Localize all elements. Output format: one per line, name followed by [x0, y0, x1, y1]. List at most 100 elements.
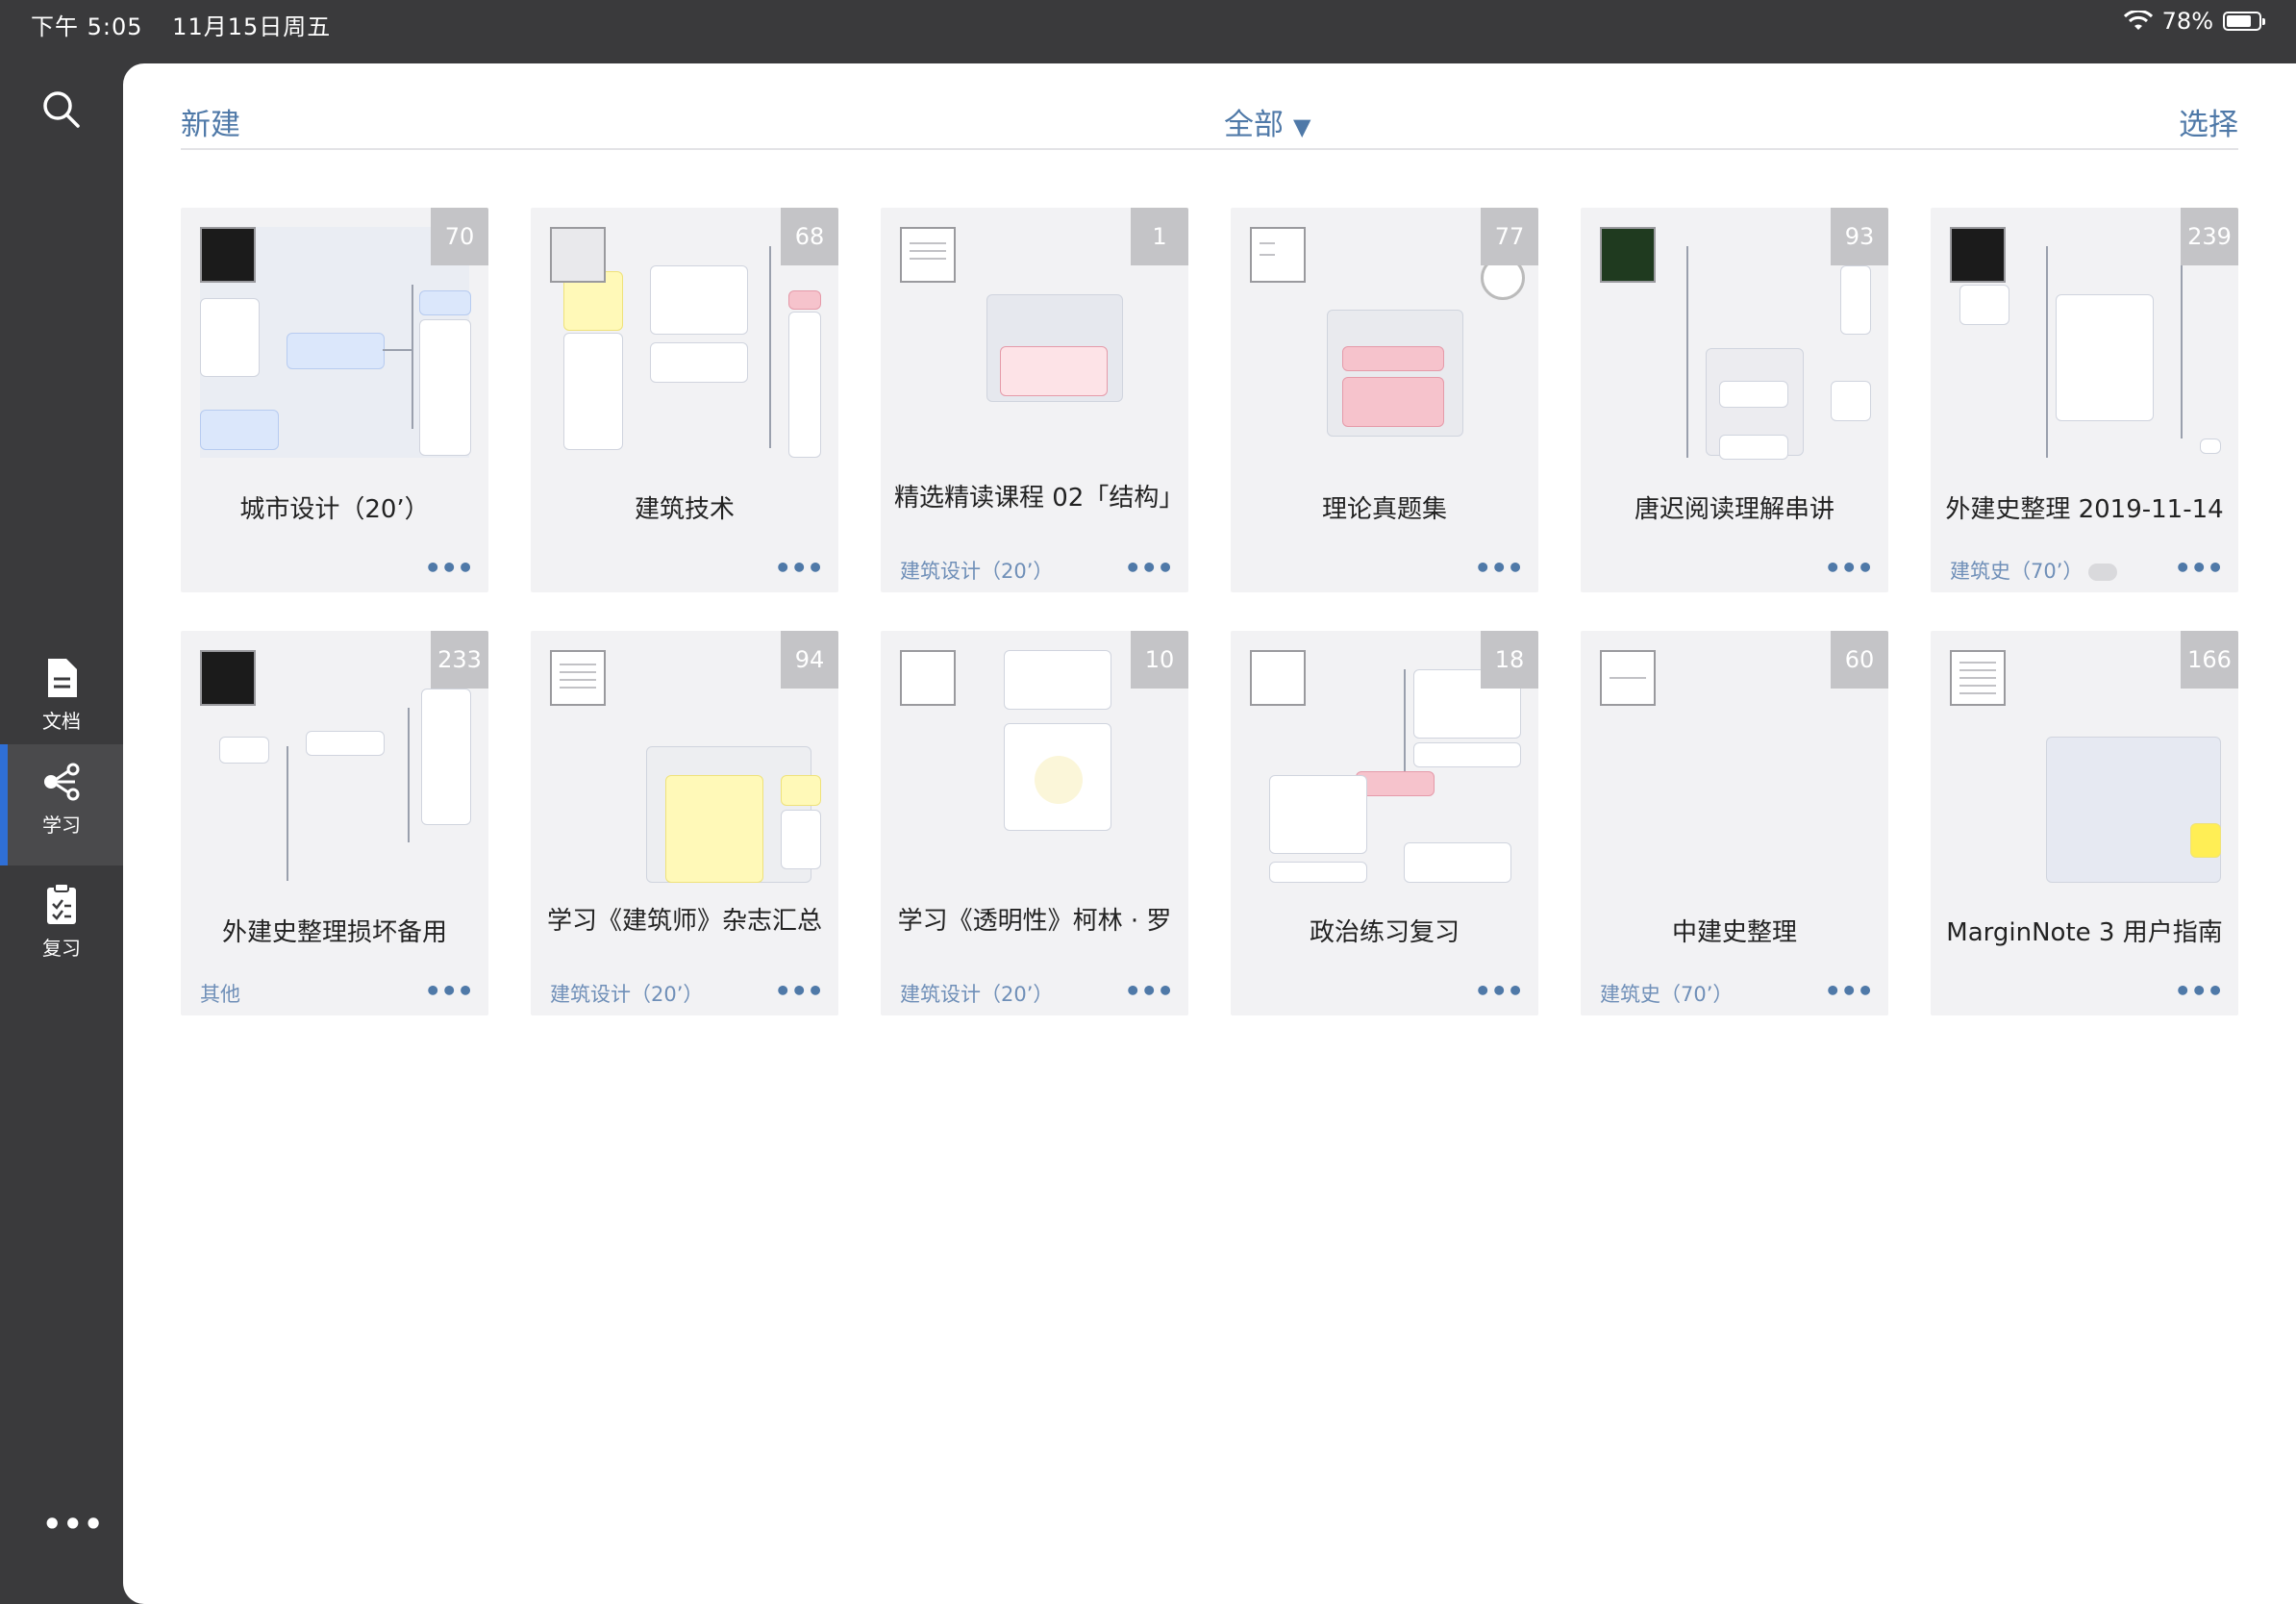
mindmap-thumbnail: [200, 227, 471, 458]
card-tag-label[interactable]: 建筑史（70’）: [1950, 560, 2083, 583]
mindmap-thumbnail: [900, 650, 1169, 881]
notebook-card[interactable]: 166 MarginNote 3 用户指南 •••: [1931, 631, 2238, 1015]
card-more-button[interactable]: •••: [1124, 975, 1174, 1007]
card-count-badge: 166: [2181, 631, 2238, 689]
card-more-button[interactable]: •••: [1474, 552, 1524, 584]
document-thumbnail: [1250, 227, 1306, 283]
card-count-badge: 233: [431, 631, 488, 689]
sidebar-item-label: 文档: [42, 710, 81, 733]
document-thumbnail: [900, 650, 956, 706]
mindmap-thumbnail: [1950, 650, 2221, 883]
document-thumbnail: [1250, 650, 1306, 706]
card-more-button[interactable]: •••: [1824, 552, 1874, 584]
card-title: 建筑技术: [634, 495, 735, 524]
card-title: 政治练习复习: [1309, 918, 1460, 947]
sidebar: 文档 学习 复习 •••: [0, 63, 123, 1604]
document-icon: [48, 659, 77, 697]
card-count-badge: 60: [1831, 631, 1888, 689]
document-thumbnail: [1950, 227, 2006, 283]
document-thumbnail: [550, 227, 606, 283]
card-count-badge: 1: [1131, 208, 1188, 265]
card-tag[interactable]: 建筑设计（20’）: [900, 556, 1053, 585]
card-more-button[interactable]: •••: [2174, 975, 2224, 1007]
more-icon[interactable]: •••: [42, 1506, 104, 1542]
card-title: 唐迟阅读理解串讲: [1634, 495, 1834, 524]
card-more-button[interactable]: •••: [774, 975, 824, 1007]
card-tag[interactable]: 建筑史（70’）: [1600, 979, 1733, 1008]
card-count-badge: 10: [1131, 631, 1188, 689]
card-title: 精选精读课程 02「结构」: [894, 484, 1185, 513]
battery-icon: [2223, 12, 2265, 31]
card-title: 中建史整理: [1671, 918, 1797, 947]
dropdown-arrow-icon: ▼: [1293, 113, 1311, 140]
notebook-card[interactable]: 93 唐迟阅读理解串讲 •••: [1581, 208, 1888, 592]
filter-dropdown[interactable]: 全部 ▼: [1224, 100, 1310, 143]
mindmap-thumbnail: [1600, 227, 1871, 460]
notebook-card[interactable]: 18 政治练习复习 •••: [1231, 631, 1538, 1015]
mindmap-thumbnail: [900, 227, 1169, 458]
card-tag[interactable]: 其他: [200, 979, 240, 1008]
notebook-card[interactable]: 239 外建史整理 2019-11-14 建筑史（70’） •••: [1931, 208, 2238, 592]
document-thumbnail: [550, 650, 606, 706]
mindmap-thumbnail: [550, 650, 821, 883]
card-title: 学习《透明性》柯林 · 罗: [897, 907, 1172, 936]
mindmap-thumbnail: [200, 650, 471, 881]
battery-percent: 78%: [2161, 8, 2213, 35]
document-thumbnail: [900, 227, 956, 283]
notebook-card[interactable]: 77 理论真题集 •••: [1231, 208, 1538, 592]
sidebar-item-label: 复习: [42, 937, 81, 960]
notebook-card[interactable]: 1 精选精读课程 02「结构」 建筑设计（20’） •••: [881, 208, 1188, 592]
card-count-badge: 18: [1481, 631, 1538, 689]
notebook-card[interactable]: 70 城市设计（20’） •••: [181, 208, 488, 592]
card-title: 城市设计（20’）: [239, 495, 430, 524]
card-count-badge: 239: [2181, 208, 2238, 265]
document-thumbnail: [200, 650, 256, 706]
card-more-button[interactable]: •••: [424, 975, 474, 1007]
wifi-icon: [2123, 11, 2153, 30]
card-title: 外建史整理损坏备用: [221, 918, 447, 947]
card-count-badge: 93: [1831, 208, 1888, 265]
toolbar: 新建 全部 ▼ 选择: [181, 90, 2238, 150]
sidebar-item-label: 学习: [42, 814, 81, 837]
card-more-button[interactable]: •••: [1824, 975, 1874, 1007]
mindmap-thumbnail: [1600, 650, 1869, 881]
card-more-button[interactable]: •••: [1474, 975, 1524, 1007]
card-title: MarginNote 3 用户指南: [1946, 918, 2223, 947]
mindmap-thumbnail: [1250, 227, 1525, 458]
card-more-button[interactable]: •••: [1124, 552, 1174, 584]
select-button[interactable]: 选择: [2179, 100, 2238, 143]
document-thumbnail: [1600, 650, 1656, 706]
mindmap-thumbnail: [1950, 227, 2221, 458]
cloud-icon: [2088, 564, 2118, 581]
mindmap-thumbnail: [1250, 650, 1521, 883]
card-title: 学习《建筑师》杂志汇总: [546, 907, 822, 936]
sidebar-item-study[interactable]: 学习: [0, 744, 123, 865]
card-tag[interactable]: 建筑设计（20’）: [900, 979, 1053, 1008]
card-tag[interactable]: 建筑设计（20’）: [550, 979, 703, 1008]
card-more-button[interactable]: •••: [774, 552, 824, 584]
main-panel: 新建 全部 ▼ 选择 70 城市设计（20’） ••• 68 建筑技术 ••• …: [123, 63, 2296, 1604]
card-tag: 建筑史（70’）: [1950, 556, 2118, 585]
new-button[interactable]: 新建: [181, 100, 240, 143]
sidebar-item-review[interactable]: 复习: [0, 865, 123, 987]
notebook-card[interactable]: 68 建筑技术 •••: [531, 208, 838, 592]
card-count-badge: 68: [781, 208, 838, 265]
card-count-badge: 94: [781, 631, 838, 689]
card-title: 外建史整理 2019-11-14: [1945, 495, 2224, 524]
filter-label: 全部: [1224, 108, 1284, 142]
status-bar: 下午 5:05 11月15日周五 78%: [0, 0, 2296, 63]
card-more-button[interactable]: •••: [424, 552, 474, 584]
search-icon[interactable]: [38, 87, 85, 133]
notebook-card[interactable]: 10 学习《透明性》柯林 · 罗 建筑设计（20’） •••: [881, 631, 1188, 1015]
notebook-card[interactable]: 94 学习《建筑师》杂志汇总 建筑设计（20’） •••: [531, 631, 838, 1015]
mindmap-icon: [44, 763, 80, 801]
clipboard-icon: [47, 883, 76, 924]
status-date: 11月15日周五: [172, 13, 332, 40]
card-count-badge: 77: [1481, 208, 1538, 265]
document-thumbnail: [1950, 650, 2006, 706]
notebook-card[interactable]: 60 中建史整理 建筑史（70’） •••: [1581, 631, 1888, 1015]
document-thumbnail: [1600, 227, 1656, 283]
notebook-card[interactable]: 233 外建史整理损坏备用 其他 •••: [181, 631, 488, 1015]
card-more-button[interactable]: •••: [2174, 552, 2224, 584]
mindmap-thumbnail: [550, 227, 821, 458]
